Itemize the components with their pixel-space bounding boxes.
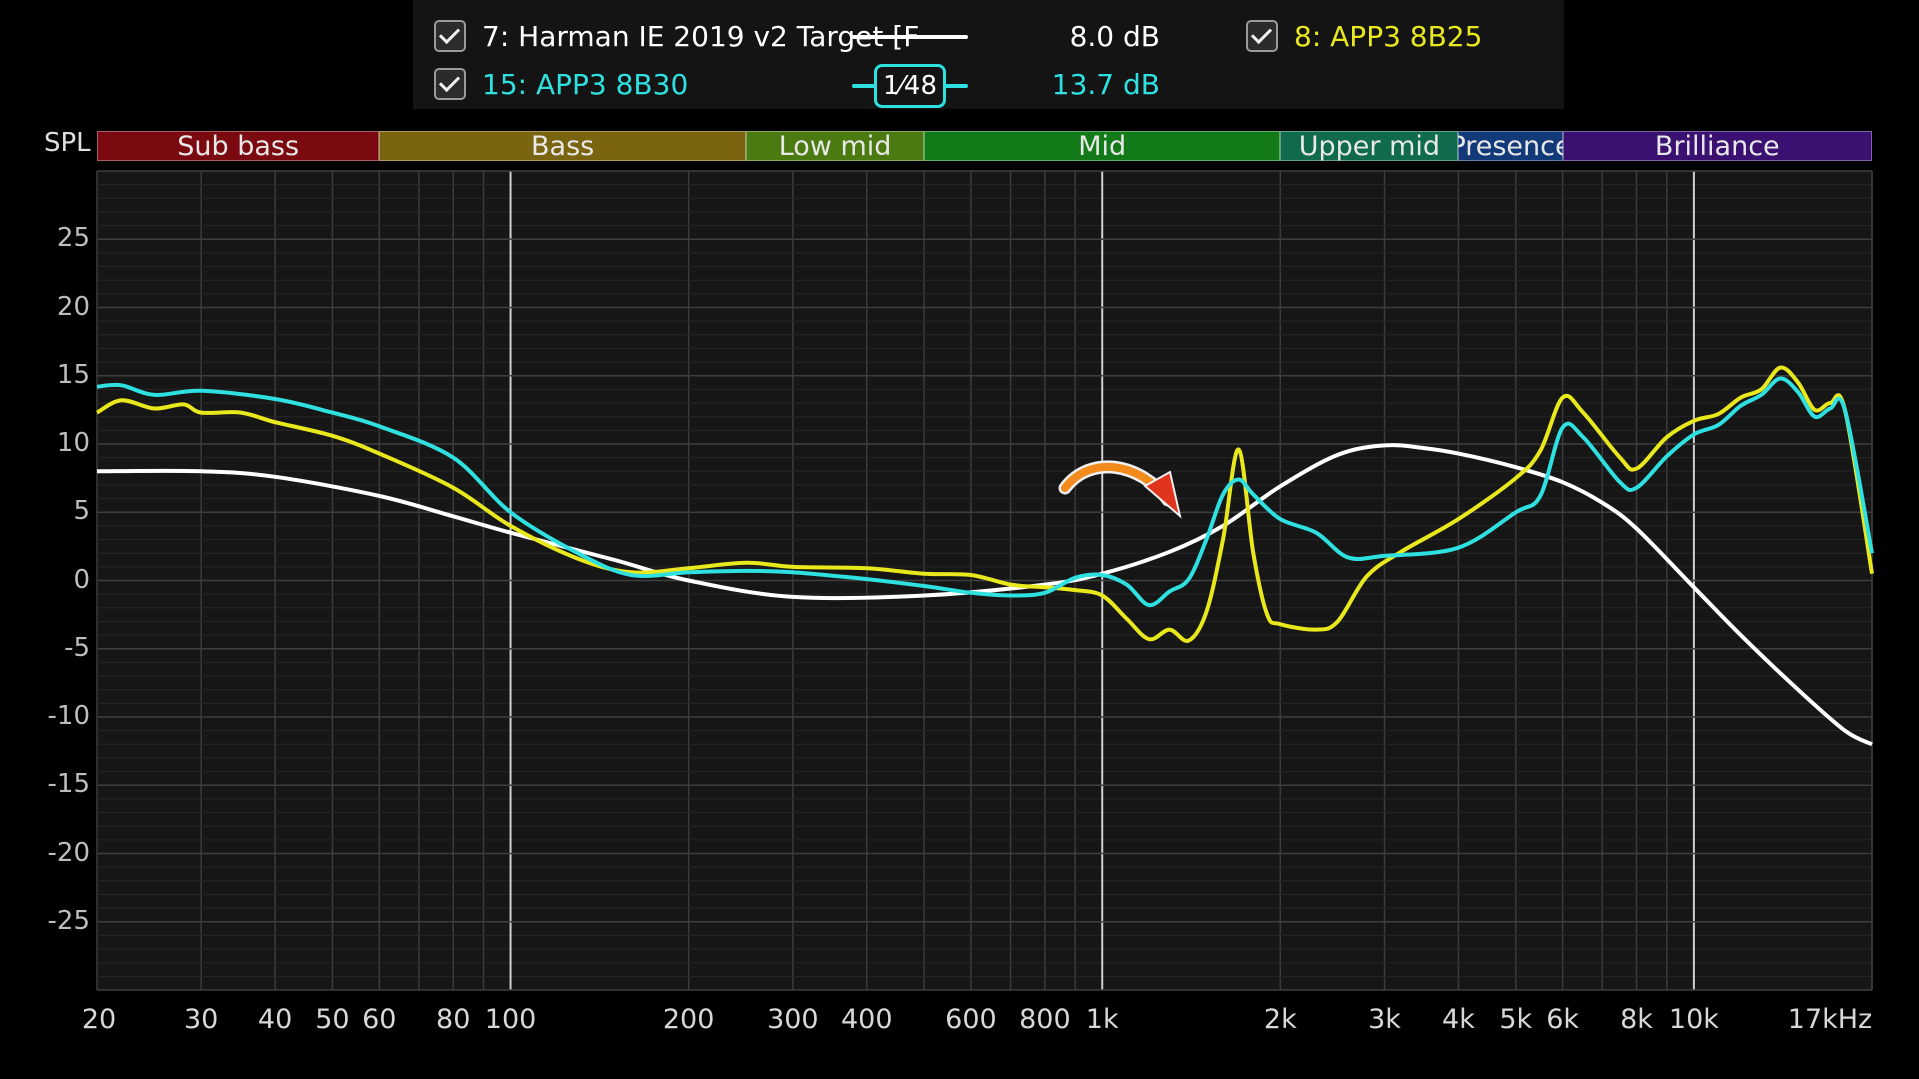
annotation-arrow-icon — [1058, 460, 1182, 519]
band-brilliance: Brilliance — [1562, 131, 1872, 161]
x-tick-label: 3k — [1368, 1004, 1401, 1035]
band-bass: Bass — [379, 131, 746, 161]
y-tick-label: 0 — [73, 564, 90, 595]
x-tick-label: 200 — [662, 1004, 715, 1035]
plot-background — [97, 171, 1872, 990]
x-tick-label: 80 — [436, 1004, 471, 1035]
x-tick-label: 6k — [1546, 1004, 1580, 1035]
series-line-2 — [96, 376, 1874, 608]
frequency-response-window: 7: Harman IE 2019 v2 Target [F 8.0 dB 8:… — [0, 0, 1919, 1079]
checkbox-checked-icon[interactable] — [1246, 20, 1278, 52]
y-tick-label: -10 — [47, 701, 90, 731]
checkbox-checked-icon[interactable] — [434, 68, 466, 100]
x-tick-label: 600 — [945, 1004, 997, 1035]
legend-row-8b30[interactable]: 15: APP3 8B30 — [434, 64, 688, 104]
x-tick-label: 300 — [767, 1004, 819, 1035]
target-line-swatch — [852, 35, 968, 39]
series-line-0 — [96, 443, 1873, 747]
y-axis-label: SPL — [44, 128, 91, 158]
legend-row-target[interactable]: 7: Harman IE 2019 v2 Target [F — [434, 16, 919, 56]
y-tick-label: 10 — [56, 428, 90, 458]
x-tick-label: 30 — [183, 1004, 219, 1035]
y-tick-label: 5 — [73, 496, 90, 527]
checkbox-checked-icon[interactable] — [434, 20, 466, 52]
series-line-1 — [96, 365, 1874, 643]
grid-minor — [96, 171, 1873, 990]
band-mid: Mid — [924, 131, 1281, 161]
smoothing-value: 1⁄48 — [883, 71, 937, 101]
x-tick-label: 2k — [1263, 1004, 1297, 1035]
x-tick-label: 5k — [1499, 1004, 1533, 1035]
8b30-gain: 13.7 dB — [1051, 68, 1160, 101]
y-tick-label: 25 — [56, 223, 90, 254]
y-tick-label: -5 — [64, 632, 90, 663]
smoothing-badge[interactable]: 1⁄48 — [874, 64, 946, 108]
legend-label-8b30: 15: APP3 8B30 — [482, 67, 689, 101]
band-presence: Presence — [1458, 131, 1563, 161]
y-tick-label: -25 — [47, 905, 90, 936]
x-tick-label: 20 — [81, 1004, 117, 1035]
x-tick-label: 8k — [1620, 1004, 1653, 1035]
x-tick-label: 4k — [1442, 1004, 1475, 1035]
x-tick-label: 100 — [484, 1004, 537, 1035]
band-sub-bass: Sub bass — [97, 131, 380, 161]
x-tick-label: 1k — [1085, 1004, 1119, 1035]
y-tick-label: 20 — [56, 291, 90, 322]
x-tick-label: 10k — [1668, 1004, 1719, 1035]
x-tick-label: 17kHz — [1787, 1004, 1873, 1035]
legend-label-8b25: 8: APP3 8B25 — [1294, 19, 1483, 53]
y-tick-label: -15 — [47, 769, 90, 800]
x-tick-label: 60 — [362, 1004, 397, 1035]
x-tick-label: 40 — [257, 1004, 293, 1035]
x-tick-label: 50 — [315, 1004, 350, 1035]
y-tick-label: 15 — [56, 359, 90, 390]
x-tick-label: 400 — [840, 1004, 893, 1035]
curves — [96, 365, 1874, 747]
band-upper-mid: Upper mid — [1280, 131, 1459, 161]
target-gain: 8.0 dB — [1069, 20, 1160, 53]
x-tick-label: 800 — [1019, 1004, 1071, 1035]
y-tick-label: -20 — [47, 837, 90, 868]
legend-row-8b25[interactable]: 8: APP3 8B25 — [1246, 16, 1482, 56]
grid-major — [97, 170, 1873, 991]
band-low-mid: Low mid — [746, 131, 925, 161]
plot-area — [96, 170, 1874, 991]
